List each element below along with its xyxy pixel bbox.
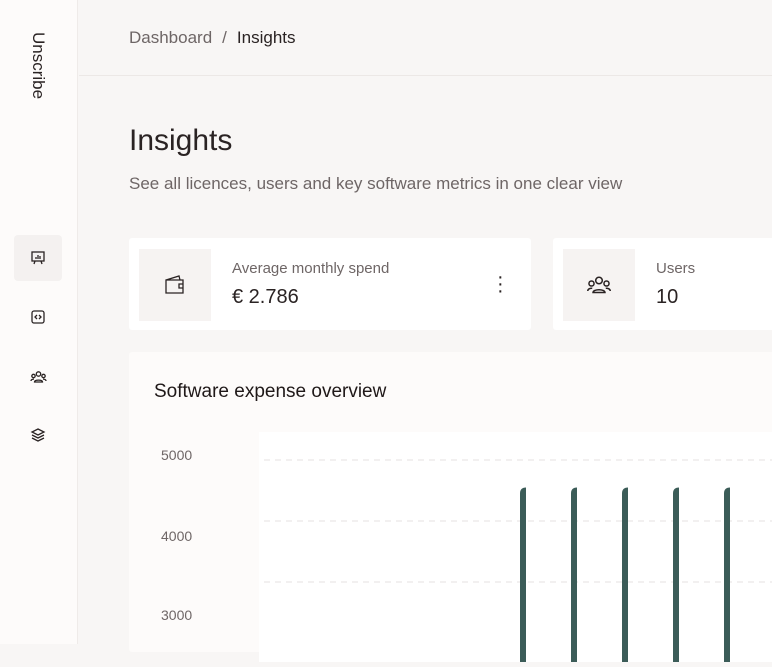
card-value: € 2.786 xyxy=(232,286,299,308)
presentation-chart-icon xyxy=(31,251,45,265)
brand-logo[interactable]: Unscribe xyxy=(28,32,48,99)
page-title: Insights xyxy=(129,124,233,157)
chart-svg xyxy=(264,459,772,667)
stat-card-spend: Average monthly spend € 2.786 · · · xyxy=(129,238,531,330)
bar[interactable] xyxy=(724,487,730,667)
users-icon xyxy=(29,371,47,383)
breadcrumb-dashboard[interactable]: Dashboard xyxy=(129,28,212,48)
stat-card-users: Users 10 xyxy=(553,238,772,330)
nav-layers[interactable] xyxy=(14,412,62,458)
y-tick-label: 5000 xyxy=(161,447,193,463)
bar[interactable] xyxy=(673,487,679,667)
layers-icon xyxy=(30,428,46,442)
bar[interactable] xyxy=(520,487,526,667)
breadcrumb-current: Insights xyxy=(236,27,296,47)
card-label: Users xyxy=(656,260,696,277)
bar[interactable] xyxy=(571,487,577,667)
chart-title: Software expense overview xyxy=(154,381,387,402)
card-value: 10 xyxy=(656,286,679,308)
code-icon xyxy=(31,310,45,324)
breadcrumb-separator: / xyxy=(222,27,227,47)
nav-insights[interactable] xyxy=(14,235,62,281)
sidebar: Unscribe xyxy=(0,0,78,644)
page-subtitle: See all licences, users and key software… xyxy=(129,174,623,193)
wallet-icon xyxy=(139,249,211,321)
users-icon xyxy=(563,249,635,321)
y-tick-label: 4000 xyxy=(161,528,193,544)
y-tick-label: 3000 xyxy=(161,607,193,623)
card-label: Average monthly spend xyxy=(232,260,390,277)
more-options-icon[interactable]: · · · xyxy=(497,267,504,301)
plot-area xyxy=(259,432,772,667)
software-expense-chart: Software expense overview 5000 4000 3000 xyxy=(129,352,772,667)
bar[interactable] xyxy=(622,487,628,667)
nav-users[interactable] xyxy=(14,354,62,400)
nav-code[interactable] xyxy=(14,294,62,340)
breadcrumb: Dashboard / Insights xyxy=(79,0,772,76)
